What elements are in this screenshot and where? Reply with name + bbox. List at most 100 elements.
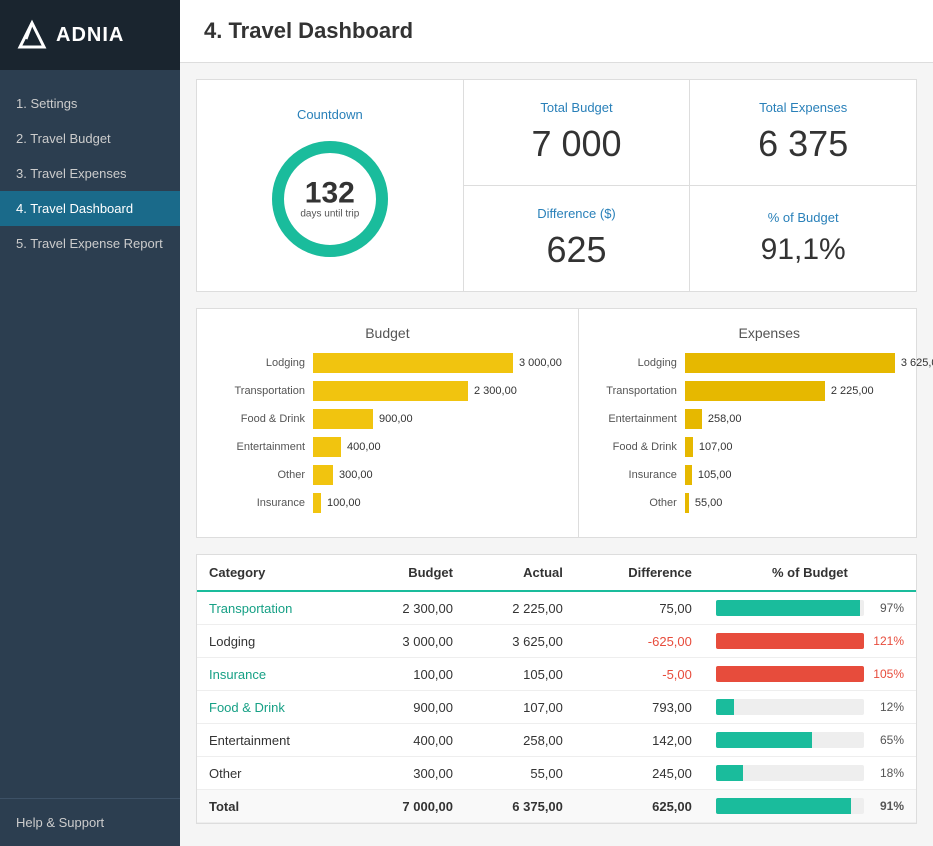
kpi-row: Countdown 132 days until trip Total Budg… (196, 79, 917, 292)
sidebar-item-travel-expenses[interactable]: 3. Travel Expenses (0, 156, 180, 191)
table-row: Other 300,00 55,00 245,00 18% (197, 757, 916, 790)
cell-budget: 900,00 (355, 691, 465, 724)
pct-budget-label: % of Budget (768, 210, 839, 225)
total-budget-card: Total Budget 7 000 (464, 80, 690, 186)
col-category: Category (197, 555, 355, 591)
sidebar: ADNIA 1. Settings 2. Travel Budget 3. Tr… (0, 0, 180, 846)
col-pct-budget: % of Budget (704, 555, 916, 591)
countdown-card: Countdown 132 days until trip (197, 80, 464, 291)
total-budget-value: 7 000 (531, 123, 621, 165)
sidebar-item-travel-budget[interactable]: 2. Travel Budget (0, 121, 180, 156)
table-row: Insurance 100,00 105,00 -5,00 105% (197, 658, 916, 691)
main-content: 4. Travel Dashboard Countdown 132 days u… (180, 0, 933, 846)
bar-row: Food & Drink 107,00 (595, 437, 933, 457)
cell-category: Transportation (197, 591, 355, 625)
cell-actual: 2 225,00 (465, 591, 575, 625)
cell-actual: 55,00 (465, 757, 575, 790)
bar-row: Insurance 105,00 (595, 465, 933, 485)
charts-row: Budget Lodging 3 000,00 Transportation (196, 308, 917, 538)
cell-budget: 300,00 (355, 757, 465, 790)
cell-budget: 100,00 (355, 658, 465, 691)
cell-category: Lodging (197, 625, 355, 658)
logo-icon (16, 19, 48, 51)
cell-difference: -625,00 (575, 625, 704, 658)
bar-row: Transportation 2 225,00 (595, 381, 933, 401)
difference-label: Difference ($) (537, 206, 616, 221)
bar-row: Food & Drink 900,00 (213, 409, 562, 429)
cell-difference: 245,00 (575, 757, 704, 790)
budget-chart-title: Budget (213, 325, 562, 341)
cell-category: Entertainment (197, 724, 355, 757)
expenses-chart-title: Expenses (595, 325, 933, 341)
sidebar-item-travel-dashboard[interactable]: 4. Travel Dashboard (0, 191, 180, 226)
col-actual: Actual (465, 555, 575, 591)
difference-value: 625 (546, 229, 606, 271)
total-budget-label: Total Budget (540, 100, 612, 115)
cell-pct: 121% (704, 625, 916, 658)
cell-difference: -5,00 (575, 658, 704, 691)
data-table: Category Budget Actual Difference % of B… (197, 555, 916, 823)
bar-row: Transportation 2 300,00 (213, 381, 562, 401)
table-total-row: Total 7 000,00 6 375,00 625,00 91% (197, 790, 916, 823)
sidebar-item-travel-expense-report[interactable]: 5. Travel Expense Report (0, 226, 180, 261)
table-row: Lodging 3 000,00 3 625,00 -625,00 121% (197, 625, 916, 658)
budget-table: Category Budget Actual Difference % of B… (196, 554, 917, 824)
logo: ADNIA (0, 0, 180, 70)
sidebar-nav: 1. Settings 2. Travel Budget 3. Travel E… (0, 70, 180, 798)
table-header-row: Category Budget Actual Difference % of B… (197, 555, 916, 591)
table-row: Transportation 2 300,00 2 225,00 75,00 9… (197, 591, 916, 625)
cell-difference: 142,00 (575, 724, 704, 757)
cell-budget-total: 7 000,00 (355, 790, 465, 823)
cell-category: Food & Drink (197, 691, 355, 724)
pct-budget-value: 91,1% (761, 233, 846, 267)
table-row: Entertainment 400,00 258,00 142,00 65% (197, 724, 916, 757)
cell-pct: 12% (704, 691, 916, 724)
cell-pct: 105% (704, 658, 916, 691)
col-difference: Difference (575, 555, 704, 591)
expenses-bars: Lodging 3 625,00 Transportation 2 225,00 (595, 353, 933, 513)
bar-row: Lodging 3 625,00 (595, 353, 933, 373)
content-area: Countdown 132 days until trip Total Budg… (180, 63, 933, 840)
table-row: Food & Drink 900,00 107,00 793,00 12% (197, 691, 916, 724)
help-support-link[interactable]: Help & Support (0, 798, 180, 846)
countdown-label: Countdown (297, 107, 363, 122)
cell-pct: 97% (704, 591, 916, 625)
countdown-donut: 132 days until trip (265, 134, 395, 264)
cell-difference-total: 625,00 (575, 790, 704, 823)
cell-category-total: Total (197, 790, 355, 823)
difference-card: Difference ($) 625 (464, 186, 690, 291)
cell-category: Other (197, 757, 355, 790)
table-body: Transportation 2 300,00 2 225,00 75,00 9… (197, 591, 916, 823)
budget-chart: Budget Lodging 3 000,00 Transportation (197, 309, 579, 537)
cell-budget: 3 000,00 (355, 625, 465, 658)
total-expenses-card: Total Expenses 6 375 (690, 80, 916, 186)
bar-row: Other 55,00 (595, 493, 933, 513)
logo-text: ADNIA (56, 24, 124, 47)
cell-actual: 107,00 (465, 691, 575, 724)
col-budget: Budget (355, 555, 465, 591)
cell-actual: 3 625,00 (465, 625, 575, 658)
bar-row: Other 300,00 (213, 465, 562, 485)
cell-pct: 65% (704, 724, 916, 757)
cell-actual: 105,00 (465, 658, 575, 691)
budget-bars: Lodging 3 000,00 Transportation 2 300,00 (213, 353, 562, 513)
cell-actual: 258,00 (465, 724, 575, 757)
total-expenses-value: 6 375 (758, 123, 848, 165)
expenses-chart: Expenses Lodging 3 625,00 Transportation (579, 309, 933, 537)
sidebar-item-settings[interactable]: 1. Settings (0, 86, 180, 121)
cell-category: Insurance (197, 658, 355, 691)
bar-row: Insurance 100,00 (213, 493, 562, 513)
bar-row: Lodging 3 000,00 (213, 353, 562, 373)
cell-pct: 18% (704, 757, 916, 790)
bar-row: Entertainment 258,00 (595, 409, 933, 429)
cell-budget: 2 300,00 (355, 591, 465, 625)
cell-actual-total: 6 375,00 (465, 790, 575, 823)
cell-difference: 793,00 (575, 691, 704, 724)
pct-budget-card: % of Budget 91,1% (690, 186, 916, 291)
bar-row: Entertainment 400,00 (213, 437, 562, 457)
cell-pct-total: 91% (704, 790, 916, 823)
total-expenses-label: Total Expenses (759, 100, 847, 115)
page-title: 4. Travel Dashboard (180, 0, 933, 63)
cell-budget: 400,00 (355, 724, 465, 757)
cell-difference: 75,00 (575, 591, 704, 625)
